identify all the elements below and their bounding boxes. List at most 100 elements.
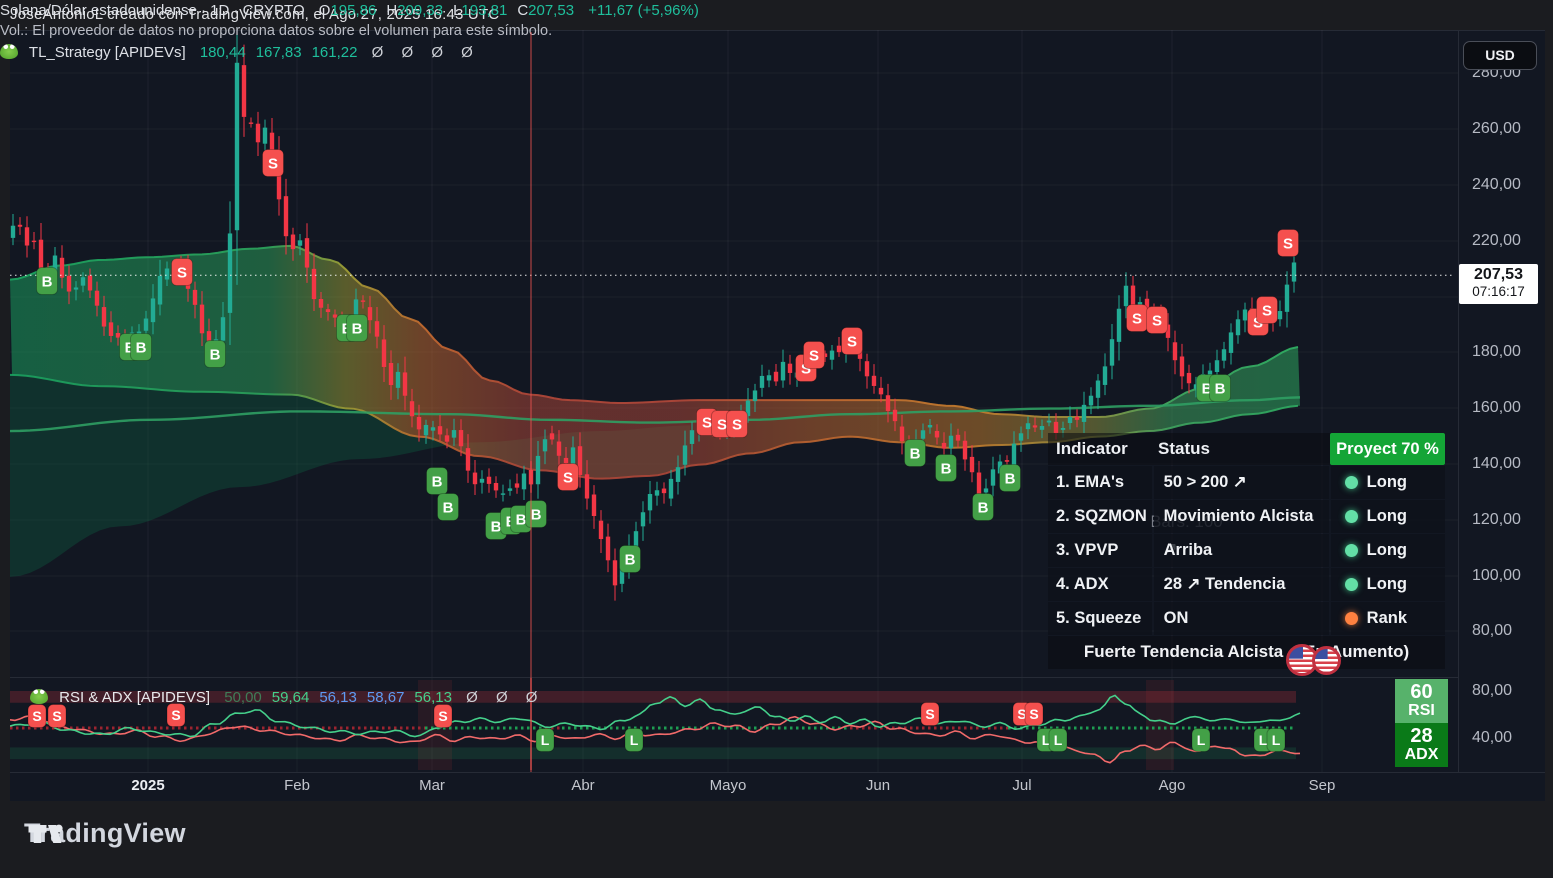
price-tick: 80,00 (1472, 622, 1512, 640)
price-tick: 40,00 (1472, 729, 1512, 747)
cell-status: ON (1154, 602, 1329, 635)
sell-signal-badge: S (1257, 297, 1278, 324)
svg-text:B: B (210, 346, 221, 363)
time-tick-Mayo: Mayo (710, 777, 747, 794)
svg-text:L: L (1054, 732, 1063, 748)
us-flag-icon (1312, 646, 1341, 675)
svg-text:B: B (432, 473, 443, 490)
svg-text:S: S (1283, 235, 1293, 252)
strategy-value: 161,22 (312, 44, 358, 61)
status-dot (1345, 510, 1358, 523)
alert-vertical-line (530, 32, 532, 772)
status-dot (1345, 612, 1358, 625)
sell-signal-badge: S (842, 328, 863, 355)
svg-text:S: S (847, 333, 857, 350)
buy-signal-badge: B (973, 494, 994, 521)
price-tick: 160,00 (1472, 399, 1521, 417)
status-dot (1345, 544, 1358, 557)
rsi-adx-values: 50,0059,6456,1358,6756,13 (214, 689, 452, 706)
flag-icons (1286, 644, 1350, 678)
project-button[interactable]: Proyect 70 % (1330, 433, 1445, 465)
cell-signal: Long (1331, 534, 1445, 567)
last-price-value: 207,53 (1459, 266, 1538, 284)
rsi-adx-value: 59,64 (272, 689, 310, 706)
svg-text:L: L (630, 732, 639, 748)
cell-indicator: 1. EMA's (1048, 466, 1152, 499)
svg-text:B: B (1005, 470, 1016, 487)
sell-signal-badge: S (804, 342, 825, 369)
cell-indicator: 5. Squeeze (1048, 602, 1152, 635)
table-row: 3. VPVPArribaLong (1048, 534, 1445, 567)
currency-toggle-button[interactable]: USD (1463, 41, 1537, 70)
adx-value-badge: 28 ADX (1395, 723, 1448, 767)
time-tick-Abr: Abr (571, 777, 594, 794)
time-tick-Ago: Ago (1159, 777, 1186, 794)
time-tick-2025: 2025 (131, 777, 164, 794)
time-tick-Jun: Jun (866, 777, 890, 794)
buy-signal-badge: B (620, 546, 641, 573)
status-dot (1345, 476, 1358, 489)
buy-signal-badge: B (438, 494, 459, 521)
cell-status: 28 ↗ Tendencia (1154, 568, 1329, 601)
svg-text:B: B (910, 445, 921, 462)
svg-text:S: S (1132, 310, 1142, 327)
svg-text:S: S (438, 708, 447, 724)
ohlc-L: L193,81 (453, 2, 507, 19)
rsi-value-badge: 60 RSI (1395, 679, 1448, 723)
rsi-adx-legend[interactable]: RSI & ADX [APIDEVS] 50,0059,6456,1358,67… (30, 689, 544, 706)
adx-value: 28 (1395, 726, 1448, 747)
table-row: 4. ADX28 ↗ TendenciaLong (1048, 568, 1445, 601)
price-tick: 80,00 (1472, 682, 1512, 700)
buy-signal-badge: L (1267, 729, 1285, 752)
svg-text:S: S (32, 708, 41, 724)
buy-signal-badge: L (625, 729, 643, 752)
cell-indicator: 2. SQZMON (1048, 500, 1152, 533)
rsi-adx-name[interactable]: RSI & ADX [APIDEVS] (59, 689, 210, 706)
sell-signal-badge: S (434, 705, 452, 728)
price-tick: 140,00 (1472, 455, 1521, 473)
svg-text:B: B (978, 499, 989, 516)
rsi-adx-value: 56,13 (414, 689, 452, 706)
buy-signal-badge: B (1000, 465, 1021, 492)
price-axis[interactable]: 280,00260,00240,00220,00180,00160,00140,… (1458, 30, 1546, 772)
time-axis[interactable]: 2025FebMarAbrMayoJunJulAgoSep (10, 772, 1458, 800)
svg-text:S: S (1152, 312, 1162, 329)
rsi-adx-value: 56,13 (319, 689, 357, 706)
svg-text:B: B (443, 499, 454, 516)
svg-text:S: S (732, 416, 742, 433)
strategy-value: 180,44 (200, 44, 246, 61)
svg-text:S: S (268, 155, 278, 172)
svg-text:L: L (1272, 732, 1281, 748)
strategy-value: 167,83 (256, 44, 302, 61)
adx-label: ADX (1395, 747, 1448, 764)
cell-signal: Long (1331, 500, 1445, 533)
buy-signal-badge: B (905, 440, 926, 467)
svg-text:S: S (717, 416, 727, 433)
ohlc-values: O195,86H209,33L193,81C207,53 (309, 2, 574, 19)
table-header: Indicator Status Proyect 70 % (1048, 433, 1445, 465)
col-status: Status (1158, 439, 1321, 459)
strategy-row[interactable]: TL_Strategy [APIDEVs] 180,44 167,83 161,22… (0, 44, 480, 61)
svg-text:B: B (136, 339, 147, 356)
indicator-status-table: Indicator Status Proyect 70 % 1. EMA's50… (1048, 433, 1445, 669)
cell-status: Movimiento Alcista ↗ (1154, 500, 1329, 533)
svg-text:B: B (516, 511, 527, 528)
symbol-row[interactable]: Solana/Dólar estadounidense · 1D · CRYPT… (0, 2, 699, 19)
buy-signal-badge: B (131, 334, 152, 361)
tradingview-glyph (24, 813, 66, 855)
svg-text:S: S (925, 706, 934, 722)
svg-text:L: L (1259, 732, 1268, 748)
sell-signal-badge: S (167, 704, 185, 727)
table-row: 2. SQZMONMovimiento Alcista ↗Long (1048, 500, 1445, 533)
cell-indicator: 3. VPVP (1048, 534, 1152, 567)
symbol-title[interactable]: Solana/Dólar estadounidense · 1D · CRYPT… (0, 2, 305, 19)
svg-text:B: B (42, 273, 53, 290)
time-tick-Mar: Mar (419, 777, 445, 794)
sell-signal-badge: S (921, 703, 939, 726)
svg-text:B: B (352, 320, 363, 337)
pane-separator[interactable] (10, 677, 1458, 678)
price-tick: 240,00 (1472, 176, 1521, 194)
rsi-adx-zeros: Ø Ø Ø (466, 689, 544, 706)
strategy-name[interactable]: TL_Strategy [APIDEVs] (29, 44, 186, 61)
tradingview-logo[interactable]: TradingView (24, 818, 186, 849)
